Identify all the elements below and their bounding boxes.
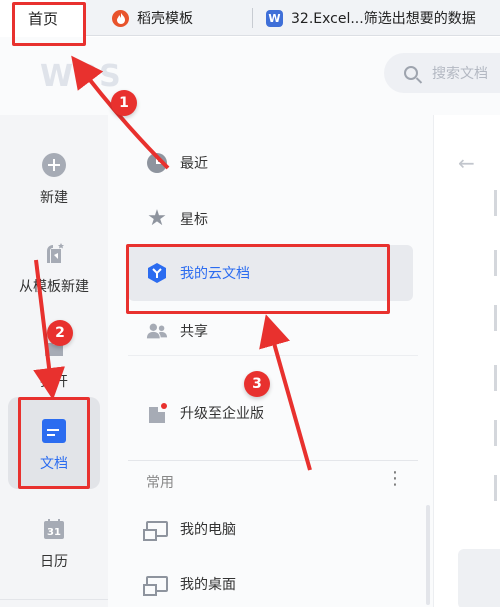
nav-item-my-desktop[interactable]: 我的桌面 bbox=[128, 558, 413, 607]
sidebar-item-label: 打开 bbox=[40, 374, 68, 390]
nav-item-label: 共享 bbox=[180, 324, 208, 340]
more-options-icon[interactable]: ⋮ bbox=[386, 467, 404, 491]
nav-item-starred[interactable]: ★ 星标 bbox=[128, 193, 413, 245]
sidebar-item-label: 从模板新建 bbox=[19, 279, 89, 295]
nav-item-recent[interactable]: 最近 bbox=[128, 137, 413, 189]
enterprise-icon bbox=[146, 402, 168, 424]
back-arrow-icon[interactable]: ← bbox=[458, 151, 475, 175]
nav-item-label: 星标 bbox=[180, 212, 208, 228]
left-sidebar: 新建 从模板新建 打开 文档 31 日历 bbox=[0, 115, 108, 607]
annotation-box-documents bbox=[18, 397, 90, 489]
search-input[interactable]: 搜索文档 bbox=[384, 53, 500, 93]
list-item bbox=[494, 475, 497, 501]
desktop-icon bbox=[143, 573, 168, 596]
nav-divider bbox=[128, 460, 418, 461]
search-placeholder: 搜索文档 bbox=[432, 66, 488, 82]
list-item bbox=[494, 365, 497, 391]
sidebar-divider bbox=[0, 599, 108, 607]
content-card bbox=[458, 549, 500, 607]
star-icon: ★ bbox=[147, 206, 167, 231]
list-item bbox=[494, 190, 497, 216]
sidebar-item-open[interactable]: 打开 bbox=[0, 337, 108, 391]
sidebar-item-label: 新建 bbox=[40, 190, 68, 206]
clock-icon bbox=[146, 152, 168, 174]
content-area: ← bbox=[433, 115, 500, 607]
list-item bbox=[494, 305, 497, 331]
wps-logo: WPS bbox=[40, 59, 123, 94]
annotation-badge-2: 2 bbox=[47, 320, 73, 346]
calendar-icon: 31 bbox=[42, 517, 66, 541]
tab-document-label: 32.Excel...筛选出想要的数据 bbox=[291, 11, 476, 27]
sidebar-item-new[interactable]: 新建 bbox=[0, 153, 108, 207]
tab-daoke-templates[interactable]: 稻壳模板 bbox=[100, 0, 248, 36]
template-icon bbox=[42, 242, 66, 266]
nav-item-label: 我的桌面 bbox=[180, 577, 236, 593]
nav-item-label: 最近 bbox=[180, 156, 208, 172]
document-nav: 最近 ★ 星标 我的云文档 共享 升级至企业版 常用 ⋮ 我的电脑 我的桌面 bbox=[108, 115, 433, 607]
annotation-badge-3: 3 bbox=[244, 371, 270, 397]
search-icon bbox=[404, 66, 418, 80]
plus-circle-icon bbox=[42, 153, 66, 177]
sidebar-item-new-from-template[interactable]: 从模板新建 bbox=[0, 242, 108, 296]
sidebar-item-label: 日历 bbox=[40, 554, 68, 570]
header: WPS 搜索文档 bbox=[0, 37, 500, 115]
list-item bbox=[494, 250, 497, 276]
nav-item-label: 我的电脑 bbox=[180, 522, 236, 538]
nav-scrollbar[interactable] bbox=[426, 505, 430, 605]
wps-writer-icon: W bbox=[266, 9, 283, 27]
nav-item-my-computer[interactable]: 我的电脑 bbox=[128, 503, 413, 555]
people-icon bbox=[146, 320, 168, 342]
sidebar-item-calendar[interactable]: 31 日历 bbox=[0, 517, 108, 571]
tab-excel-document[interactable]: W 32.Excel...筛选出想要的数据 bbox=[256, 0, 500, 36]
list-item bbox=[494, 420, 497, 446]
common-section-label: 常用 bbox=[146, 475, 174, 491]
nav-divider bbox=[128, 355, 418, 356]
nav-item-label: 升级至企业版 bbox=[180, 406, 264, 422]
daoke-icon bbox=[112, 9, 129, 27]
calendar-day: 31 bbox=[47, 527, 61, 538]
computer-icon bbox=[143, 518, 168, 541]
nav-item-upgrade-enterprise[interactable]: 升级至企业版 bbox=[128, 387, 413, 439]
tab-separator bbox=[252, 8, 253, 28]
annotation-badge-1: 1 bbox=[111, 90, 137, 116]
annotation-box-home-tab bbox=[12, 2, 86, 46]
annotation-box-my-cloud-docs bbox=[126, 244, 390, 314]
tab-daoke-label: 稻壳模板 bbox=[137, 11, 193, 27]
